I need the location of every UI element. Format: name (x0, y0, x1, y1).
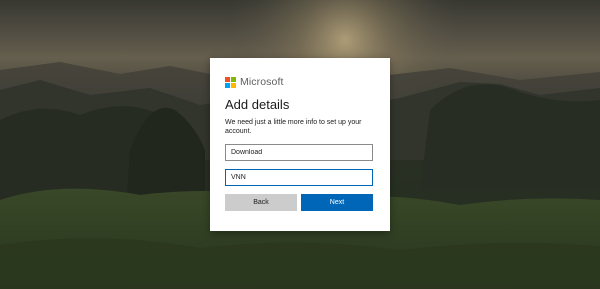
page-description: We need just a little more info to set u… (225, 119, 362, 135)
signup-dialog: Microsoft Add details We need just a lit… (210, 58, 390, 231)
first-name-input[interactable] (225, 144, 373, 161)
microsoft-logo: Microsoft (225, 76, 373, 88)
page-title: Add details (225, 97, 290, 112)
next-button[interactable]: Next (301, 194, 373, 211)
last-name-input[interactable] (225, 169, 373, 186)
back-button[interactable]: Back (225, 194, 297, 211)
button-row: Back Next (225, 194, 373, 211)
brand-name: Microsoft (240, 76, 284, 88)
logo-square-green (231, 76, 236, 82)
logo-square-blue (225, 82, 230, 88)
logo-square-yellow (231, 82, 236, 88)
logo-square-red (225, 76, 230, 82)
microsoft-logo-icon (225, 76, 236, 88)
